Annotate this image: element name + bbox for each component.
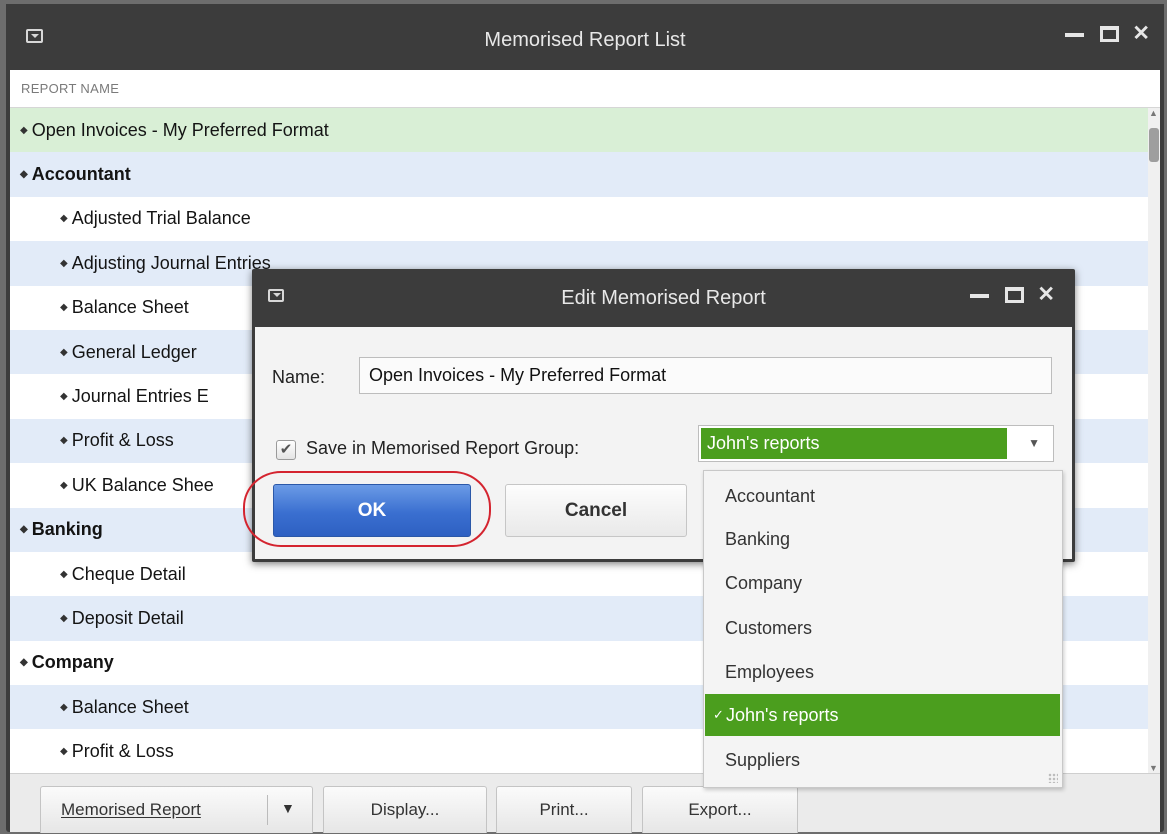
diamond-bullet-icon: ◆ bbox=[60, 435, 68, 447]
print-label: Print... bbox=[539, 800, 589, 819]
dropdown-option-label: Customers bbox=[725, 618, 813, 638]
column-header-report-name: REPORT NAME bbox=[21, 81, 120, 96]
diamond-bullet-icon: ◆ bbox=[20, 524, 28, 536]
dropdown-option-label: Company bbox=[725, 573, 803, 593]
minimize-icon[interactable] bbox=[1065, 33, 1085, 37]
report-row-label: UK Balance Shee bbox=[71, 474, 214, 495]
dropdown-option[interactable]: Company bbox=[704, 562, 1060, 604]
name-field[interactable] bbox=[359, 357, 1052, 394]
report-row-label: Balance Sheet bbox=[71, 696, 189, 717]
dialog-title-bar[interactable]: Edit Memorised Report ✕ bbox=[252, 269, 1075, 327]
report-group-select[interactable]: John's reports ▼ bbox=[698, 425, 1054, 462]
dropdown-option-label: Suppliers bbox=[725, 750, 801, 770]
report-row-label: Profit & Loss bbox=[71, 741, 174, 762]
maximize-icon[interactable] bbox=[1005, 287, 1025, 303]
column-header[interactable]: REPORT NAME bbox=[10, 70, 1160, 108]
main-window-title: Memorised Report List bbox=[484, 29, 686, 51]
scroll-up-icon[interactable]: ▲ bbox=[1149, 108, 1158, 118]
dropdown-option-label: Banking bbox=[725, 529, 791, 549]
report-row-label: Banking bbox=[31, 519, 103, 540]
report-row-label: General Ledger bbox=[71, 341, 197, 362]
report-row-label: Adjusted Trial Balance bbox=[71, 208, 251, 229]
memorised-report-button[interactable]: Memorised Report ▼ bbox=[40, 786, 313, 833]
checkmark-icon: ✔ bbox=[279, 441, 293, 458]
chevron-down-icon[interactable]: ▼ bbox=[1028, 436, 1040, 450]
close-icon[interactable]: ✕ bbox=[1132, 23, 1150, 44]
main-window-controls: ✕ bbox=[1065, 23, 1150, 44]
diamond-bullet-icon: ◆ bbox=[60, 391, 68, 403]
report-row[interactable]: ◆ Open Invoices - My Preferred Format bbox=[10, 108, 1156, 153]
report-row[interactable]: ◆ Adjusted Trial Balance bbox=[10, 196, 1156, 242]
minimize-icon[interactable] bbox=[970, 294, 990, 298]
name-label: Name: bbox=[272, 367, 326, 387]
report-row-label: Open Invoices - My Preferred Format bbox=[31, 119, 329, 140]
chevron-down-icon[interactable]: ▼ bbox=[281, 800, 295, 816]
dropdown-option[interactable]: Accountant bbox=[704, 475, 1060, 517]
print-button[interactable]: Print... bbox=[496, 786, 632, 833]
scroll-thumb[interactable] bbox=[1149, 128, 1159, 162]
diamond-bullet-icon: ◆ bbox=[60, 612, 68, 624]
display-label: Display... bbox=[370, 800, 440, 819]
diamond-bullet-icon: ◆ bbox=[60, 213, 68, 225]
dialog-window-controls: ✕ bbox=[970, 284, 1055, 305]
dropdown-option[interactable]: Customers bbox=[704, 607, 1060, 649]
dialog-title: Edit Memorised Report bbox=[561, 287, 766, 309]
main-title-bar[interactable]: Memorised Report List ✕ bbox=[6, 4, 1164, 70]
export-button[interactable]: Export... bbox=[642, 786, 798, 833]
dropdown-option[interactable]: Employees bbox=[704, 651, 1060, 693]
report-row-label: Cheque Detail bbox=[71, 563, 186, 584]
diamond-bullet-icon: ◆ bbox=[60, 746, 68, 758]
vertical-scrollbar[interactable]: ▲ ▼ bbox=[1148, 108, 1160, 773]
report-row-label: Deposit Detail bbox=[71, 607, 184, 628]
save-in-group-checkbox[interactable]: ✔ bbox=[276, 440, 296, 460]
scroll-down-icon[interactable]: ▼ bbox=[1149, 763, 1158, 773]
report-row-label: Balance Sheet bbox=[71, 297, 189, 318]
report-group-dropdown-list[interactable]: Accountant Banking Company Customers Employe… bbox=[703, 470, 1063, 788]
report-row-label: Adjusting Journal Entries bbox=[71, 252, 271, 273]
diamond-bullet-icon: ◆ bbox=[60, 302, 68, 314]
report-group-selected-value: John's reports bbox=[701, 428, 1007, 459]
dropdown-option[interactable]: Suppliers bbox=[704, 739, 1060, 781]
dropdown-option-label: John's reports bbox=[726, 705, 839, 725]
checkmark-icon: ✓ bbox=[713, 707, 724, 722]
dropdown-option[interactable]: ✓ John's reports bbox=[705, 694, 1060, 736]
cancel-button[interactable]: Cancel bbox=[505, 484, 687, 537]
diamond-bullet-icon: ◆ bbox=[60, 568, 68, 580]
diamond-bullet-icon: ◆ bbox=[60, 257, 68, 269]
diamond-bullet-icon: ◆ bbox=[20, 657, 28, 669]
ok-highlight-ring bbox=[243, 471, 491, 547]
memorised-report-label: Memorised Report bbox=[61, 800, 201, 819]
display-button[interactable]: Display... bbox=[323, 786, 487, 833]
cancel-label: Cancel bbox=[564, 499, 628, 521]
report-row-label: Profit & Loss bbox=[71, 430, 174, 451]
save-in-group-label: Save in Memorised Report Group: bbox=[306, 438, 580, 458]
dropdown-option[interactable]: Banking bbox=[704, 518, 1060, 560]
report-row-label: Company bbox=[31, 652, 114, 673]
diamond-bullet-icon: ◆ bbox=[20, 124, 28, 136]
diamond-bullet-icon: ◆ bbox=[20, 169, 28, 181]
maximize-icon[interactable] bbox=[1100, 26, 1120, 42]
close-icon[interactable]: ✕ bbox=[1037, 284, 1055, 305]
report-group-row[interactable]: ◆ Accountant bbox=[10, 152, 1156, 197]
dropdown-option-label: Employees bbox=[725, 662, 815, 682]
export-label: Export... bbox=[688, 800, 752, 819]
report-row-label: Accountant bbox=[31, 164, 131, 185]
diamond-bullet-icon: ◆ bbox=[60, 346, 68, 358]
diamond-bullet-icon: ◆ bbox=[60, 701, 68, 713]
diamond-bullet-icon: ◆ bbox=[60, 479, 68, 491]
dropdown-option-label: Accountant bbox=[725, 486, 816, 506]
report-row-label: Journal Entries E bbox=[71, 386, 209, 407]
split-divider bbox=[267, 795, 268, 825]
